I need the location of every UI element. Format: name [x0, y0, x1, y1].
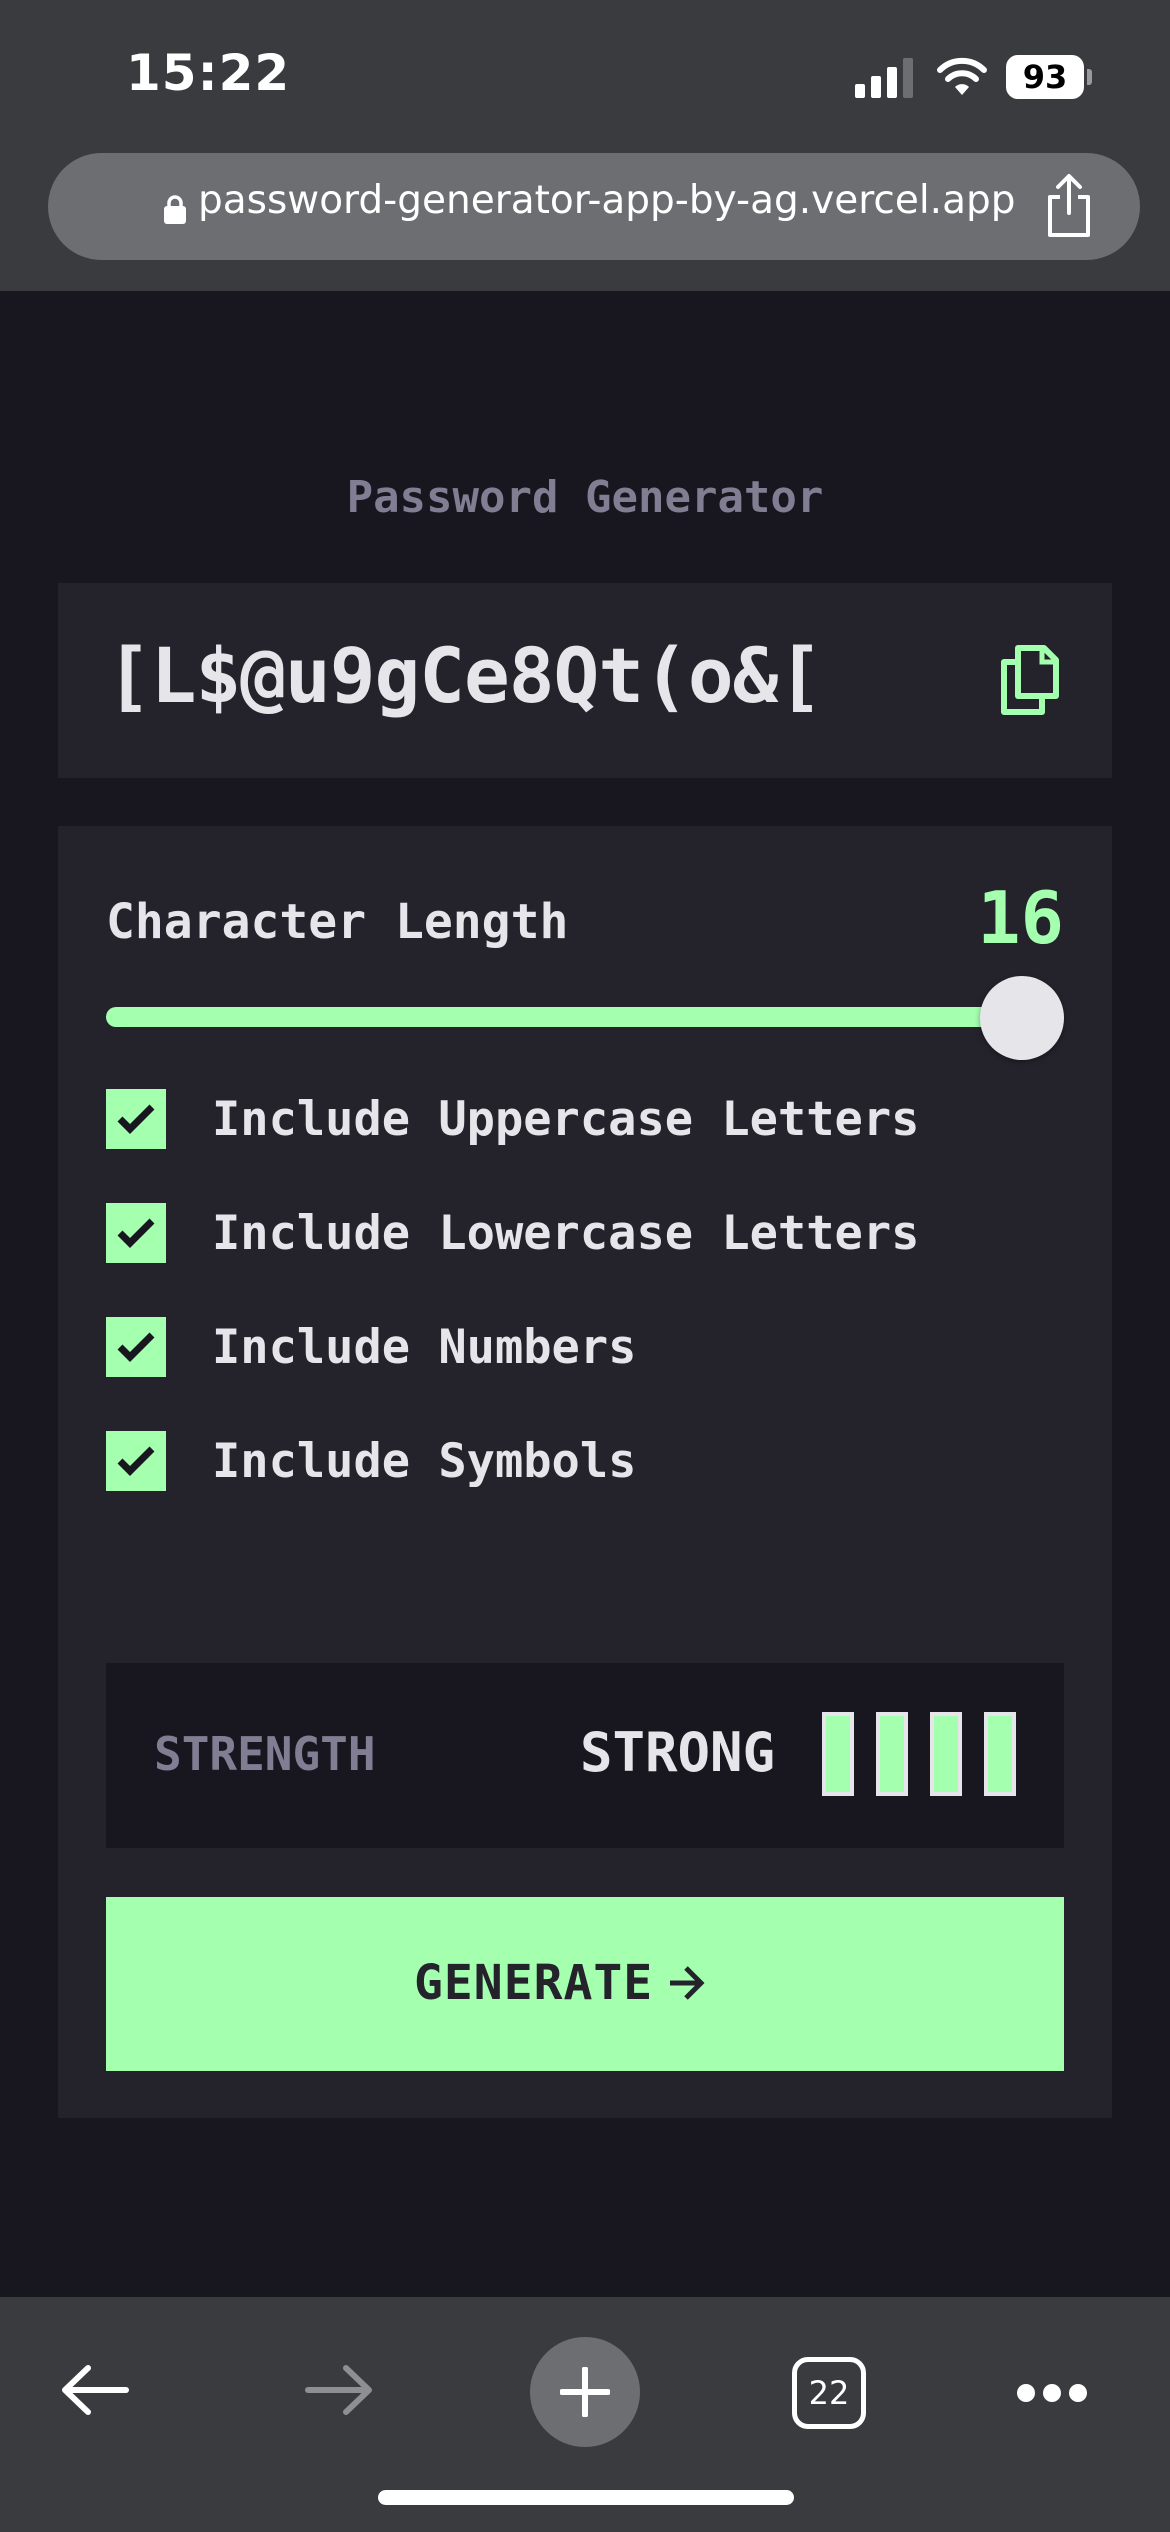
url-text[interactable]: password-generator-app-by-ag.vercel.app	[198, 178, 1015, 223]
tabs-icon[interactable]: 22	[792, 2357, 866, 2429]
plus-icon	[560, 2367, 610, 2417]
strength-bar	[984, 1712, 1016, 1796]
symbols-checkbox[interactable]	[106, 1431, 166, 1491]
strength-bar	[822, 1712, 854, 1796]
arrow-right-icon	[670, 1966, 705, 2000]
checkmark-icon	[117, 1104, 155, 1134]
lowercase-checkbox[interactable]	[106, 1203, 166, 1263]
checkmark-icon	[117, 1332, 155, 1362]
cellular-signal-icon	[855, 58, 913, 98]
status-time: 15:22	[126, 44, 291, 102]
lock-icon	[164, 195, 186, 224]
option-label: Include Lowercase Letters	[212, 1205, 920, 1261]
checkmark-icon	[117, 1446, 155, 1476]
page-title: Password Generator	[346, 472, 824, 523]
option-label: Include Uppercase Letters	[212, 1091, 920, 1147]
generate-label: GENERATE	[414, 1955, 654, 2011]
strength-bar	[876, 1712, 908, 1796]
slider-thumb[interactable]	[980, 976, 1064, 1060]
option-numbers[interactable]: Include Numbers	[106, 1316, 636, 1378]
more-icon[interactable]	[1016, 2381, 1088, 2405]
back-arrow-icon[interactable]	[60, 2363, 130, 2417]
option-lowercase[interactable]: Include Lowercase Letters	[106, 1202, 919, 1264]
option-label: Include Numbers	[212, 1319, 637, 1375]
generate-button[interactable]: GENERATE	[106, 1897, 1064, 2071]
checkmark-icon	[117, 1218, 155, 1248]
new-tab-button[interactable]	[530, 2337, 640, 2447]
character-length-slider[interactable]	[106, 968, 1064, 1060]
strength-label: STRENGTH	[154, 1727, 376, 1781]
settings-panel: Character Length 16 Include Uppercase Le…	[58, 826, 1112, 2118]
password-display: [L$@u9gCe8Qt(o&[	[58, 583, 1112, 778]
slider-fill	[106, 1007, 1022, 1027]
browser-top-bar: 15:22 93 password-generator-app-by-ag.ve…	[0, 0, 1170, 291]
strength-value: STRONG	[580, 1721, 776, 1784]
strength-meter: STRENGTH STRONG	[106, 1663, 1064, 1848]
option-label: Include Symbols	[212, 1433, 637, 1489]
battery-icon: 93	[1006, 55, 1092, 99]
battery-level: 93	[1006, 55, 1084, 99]
copy-icon[interactable]	[996, 642, 1062, 718]
character-length-value: 16	[977, 876, 1064, 960]
share-icon[interactable]	[1042, 173, 1096, 239]
numbers-checkbox[interactable]	[106, 1317, 166, 1377]
strength-bar	[930, 1712, 962, 1796]
character-length-label: Character Length	[106, 894, 569, 950]
slider-track[interactable]	[106, 1007, 1064, 1027]
generated-password: [L$@u9gCe8Qt(o&[	[106, 631, 823, 720]
option-uppercase[interactable]: Include Uppercase Letters	[106, 1088, 919, 1150]
option-symbols[interactable]: Include Symbols	[106, 1430, 636, 1492]
home-indicator	[378, 2490, 794, 2505]
forward-arrow-icon[interactable]	[304, 2363, 374, 2417]
wifi-icon	[937, 57, 987, 95]
uppercase-checkbox[interactable]	[106, 1089, 166, 1149]
